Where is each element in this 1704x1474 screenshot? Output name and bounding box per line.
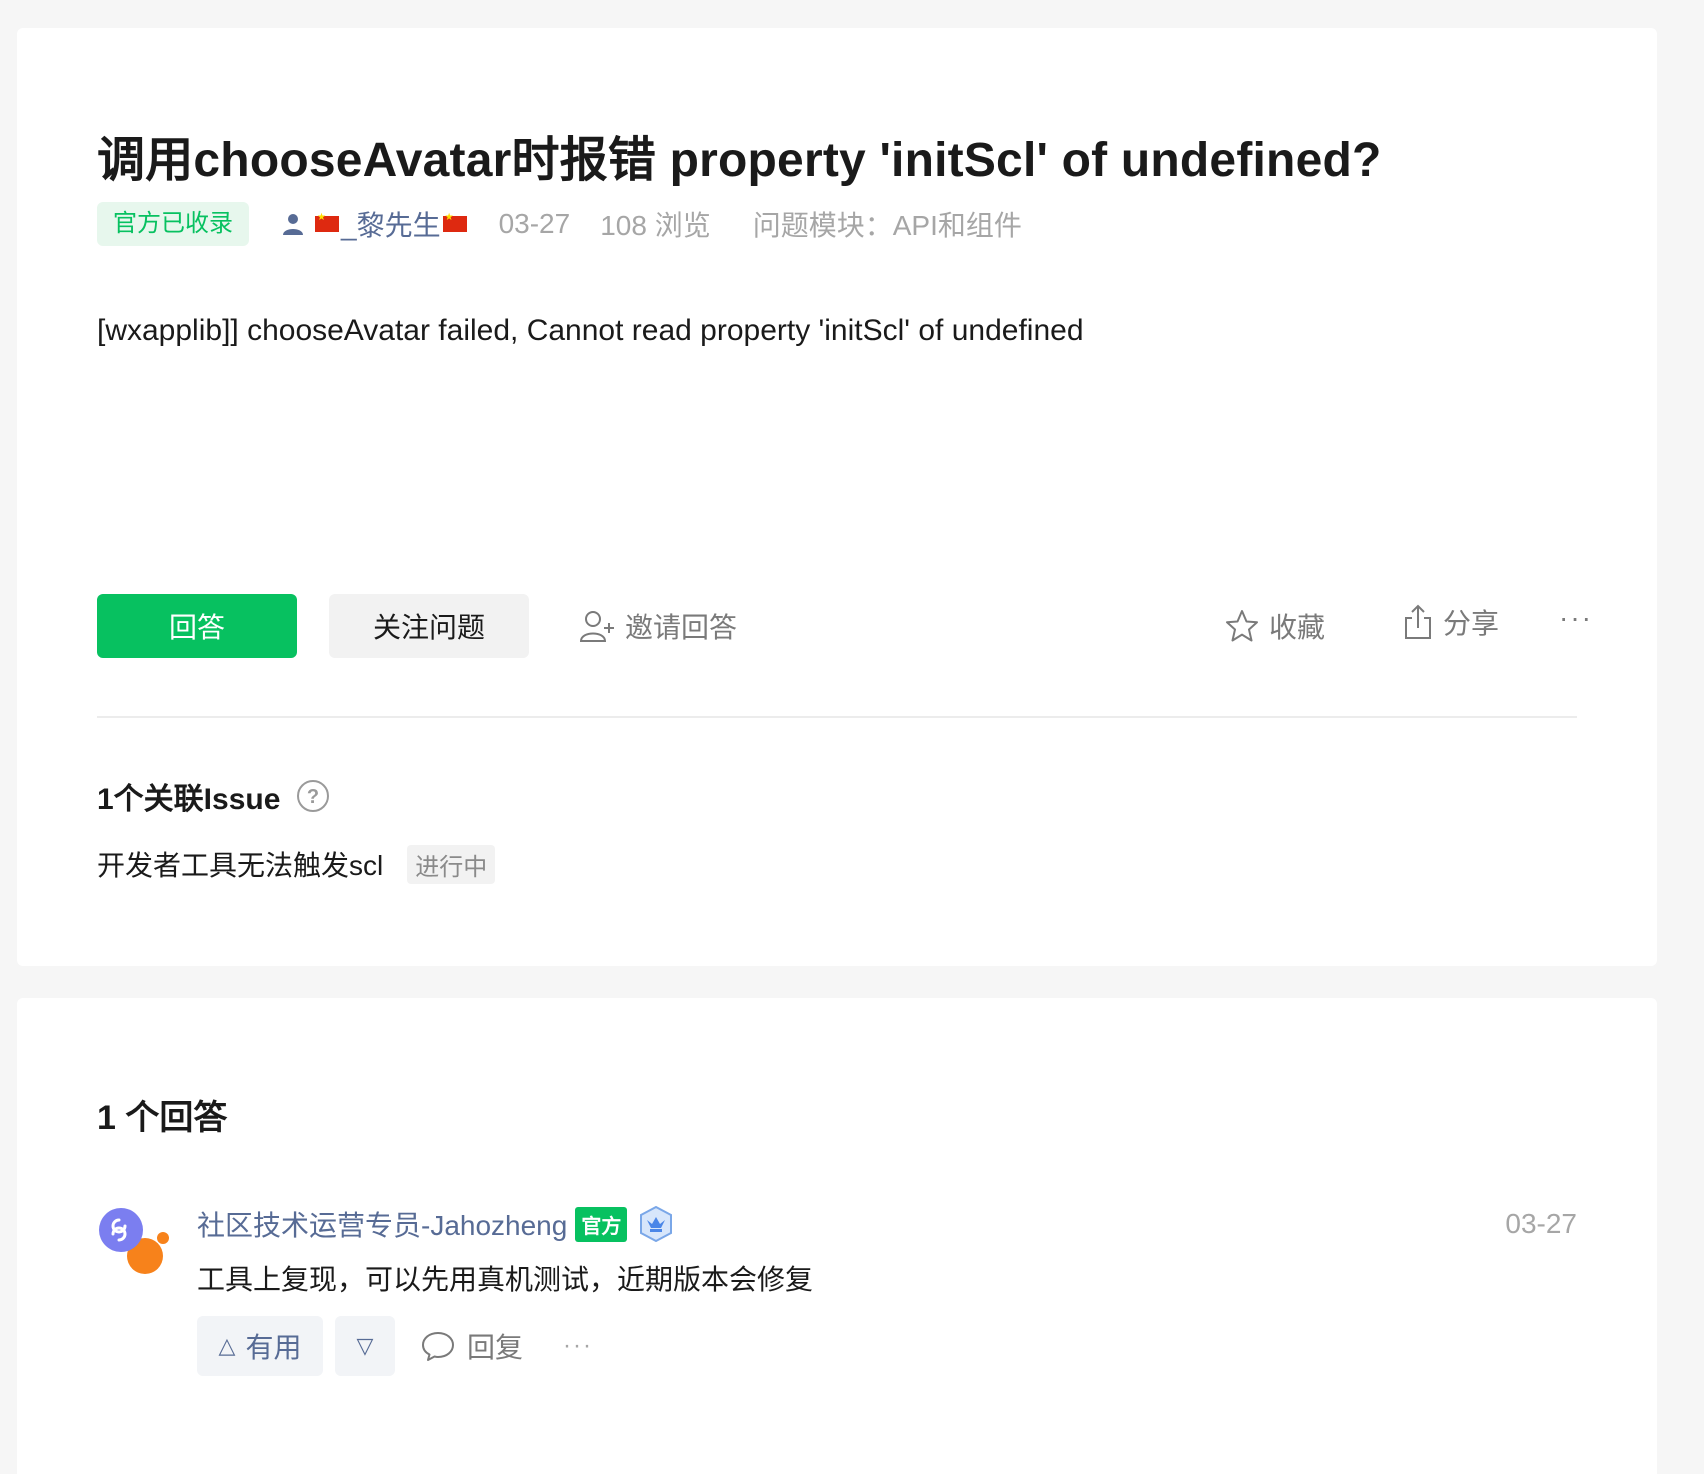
verified-icon [640, 1206, 673, 1242]
question-title: 调用chooseAvatar时报错 property 'initScl' of … [97, 134, 1382, 187]
flag-icon [442, 212, 467, 232]
issue-status-badge: 进行中 [407, 844, 496, 884]
person-icon [283, 214, 303, 235]
official-badge: 官方 [575, 1206, 628, 1242]
view-count: 108 浏览 [600, 210, 711, 241]
comment-icon [422, 1332, 454, 1361]
module-value[interactable]: API和组件 [893, 204, 1022, 244]
answer-actions: △ 有用 ▽ 回复 ··· [197, 1316, 593, 1376]
answer-more-button[interactable]: ··· [563, 1332, 593, 1360]
related-issue-title: 1个关联Issue [97, 783, 281, 816]
avatar[interactable] [97, 1204, 177, 1284]
collect-button[interactable]: 收藏 [1225, 594, 1325, 658]
related-issue-heading: 1个关联Issue ? [97, 774, 330, 818]
invite-answer-button[interactable]: 邀请回答 [579, 594, 737, 658]
follow-button[interactable]: 关注问题 [329, 594, 529, 658]
question-body: [wxapplib]] chooseAvatar failed, Cannot … [97, 314, 1084, 347]
module-label: 问题模块： [752, 210, 893, 241]
reply-button[interactable]: 回复 [421, 1326, 523, 1366]
help-icon[interactable]: ? [296, 779, 330, 813]
flag-icon [315, 212, 339, 232]
upvote-label: 有用 [245, 1332, 302, 1363]
add-user-icon [579, 611, 614, 642]
answer-content: 工具上复现，可以先用真机测试，近期版本会修复 [197, 1264, 814, 1295]
share-icon [1405, 604, 1431, 639]
answer-date: 03-27 [1505, 1208, 1577, 1239]
related-issue-item[interactable]: 开发者工具无法触发scl 进行中 [97, 844, 496, 884]
upvote-button[interactable]: △ 有用 [197, 1316, 323, 1376]
collect-label: 收藏 [1269, 612, 1326, 643]
share-button[interactable]: 分享 [1403, 590, 1499, 654]
share-label: 分享 [1443, 608, 1500, 639]
answer-author-name[interactable]: 社区技术运营专员-Jahozheng [197, 1204, 567, 1244]
official-tag: 官方已收录 [97, 202, 249, 246]
question-actions: 回答 关注问题 邀请回答 收藏 分享 ··· [97, 594, 1597, 658]
divider [97, 716, 1577, 718]
issue-title: 开发者工具无法触发scl [97, 850, 384, 881]
author-link[interactable]: _黎先生 [281, 204, 469, 244]
question-date: 03-27 [498, 208, 571, 239]
downvote-icon: ▽ [356, 1333, 374, 1358]
invite-label: 邀请回答 [625, 612, 738, 643]
star-icon [1226, 610, 1258, 642]
downvote-button[interactable]: ▽ [335, 1316, 395, 1376]
answer-button[interactable]: 回答 [97, 594, 297, 658]
author-name: _黎先生 [341, 210, 441, 241]
answer-author: 社区技术运营专员-Jahozheng 官方 [197, 1204, 673, 1244]
question-meta: 官方已收录 _黎先生 03-27 108 浏览 问题模块： API和组件 [97, 202, 1022, 246]
reply-label: 回复 [467, 1332, 524, 1363]
answers-card: 1 个回答 社区技术运营专员-Jahozheng 官方 03-27 工具上复现，… [17, 998, 1657, 1474]
upvote-icon: △ [218, 1333, 236, 1358]
svg-text:?: ? [307, 786, 319, 808]
more-options-button[interactable]: ··· [1559, 586, 1593, 650]
question-card: 调用chooseAvatar时报错 property 'initScl' of … [17, 28, 1657, 966]
answers-heading: 1 个回答 [97, 1099, 228, 1137]
